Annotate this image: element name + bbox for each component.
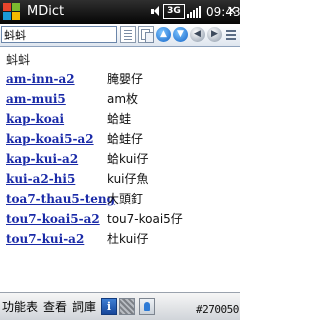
app-title: MDict: [27, 4, 65, 19]
entry-list: am-inn-a2 腌嬰仔 am-mui5 am枚 kap-koai 蛤蛙 ka…: [0, 69, 240, 249]
entry-value: tou7-koai5仔: [107, 212, 183, 226]
signal-strength-icon[interactable]: [187, 4, 203, 19]
entry-link[interactable]: kui-a2-hi5: [6, 171, 75, 187]
entry-link[interactable]: toa7-thau5-teng: [6, 191, 115, 207]
list-item: kap-kui-a2 蛤kui仔: [0, 149, 240, 169]
definition-pane[interactable]: 蚪蚪 am-inn-a2 腌嬰仔 am-mui5 am枚 kap-koai 蛤蛙…: [0, 47, 240, 292]
list-item: toa7-thau5-teng 大頭釘: [0, 189, 240, 209]
windows-start-logo-icon[interactable]: [3, 3, 20, 20]
list-item: am-mui5 am枚: [0, 89, 240, 109]
headword: 蚪蚪: [6, 53, 31, 67]
entry-value: kui仔魚: [107, 172, 149, 186]
entry-link[interactable]: kap-kui-a2: [6, 151, 78, 167]
grayscale-icon[interactable]: [119, 298, 135, 315]
list-item: kap-koai5-a2 蛤蛙仔: [0, 129, 240, 149]
entry-value: 腌嬰仔: [107, 72, 144, 86]
entry-link[interactable]: am-inn-a2: [6, 71, 75, 87]
entry-value: 蛤kui仔: [107, 152, 149, 166]
menu-bars-icon[interactable]: [225, 28, 237, 41]
list-item: kap-koai 蛤蛙: [0, 109, 240, 129]
network-3g-icon[interactable]: 3G: [163, 4, 185, 19]
pda-screen: MDict 3G 09:43 ✕ ▲ ▼ ◀ ▶ 蚪蚪 am-inn-a2 腌嬰…: [0, 0, 240, 320]
arrow-down-icon[interactable]: ▼: [173, 27, 188, 42]
search-toolbar: ▲ ▼ ◀ ▶: [0, 24, 240, 47]
entry-value: 蛤蛙: [107, 112, 132, 126]
list-item: kui-a2-hi5 kui仔魚: [0, 169, 240, 189]
back-icon[interactable]: ◀: [190, 27, 205, 42]
entry-value: 杜kui仔: [107, 232, 149, 246]
entry-link[interactable]: am-mui5: [6, 91, 66, 107]
copy-icon[interactable]: [138, 26, 154, 43]
hand-icon[interactable]: [139, 298, 155, 315]
entry-value: am枚: [107, 92, 139, 106]
entry-link[interactable]: kap-koai5-a2: [6, 131, 94, 147]
entry-link[interactable]: tou7-koai5-a2: [6, 211, 100, 227]
entry-value: 蛤蛙仔: [107, 132, 144, 146]
list-item: tou7-kui-a2 杜kui仔: [0, 229, 240, 249]
title-bar: MDict 3G 09:43 ✕: [0, 0, 240, 24]
entry-link[interactable]: tou7-kui-a2: [6, 231, 84, 247]
search-input[interactable]: [1, 26, 117, 43]
menu-library-button[interactable]: 詞庫: [72, 299, 96, 315]
entry-link[interactable]: kap-koai: [6, 111, 64, 127]
list-item: tou7-koai5-a2 tou7-koai5仔: [0, 209, 240, 229]
entry-value: 大頭釘: [107, 192, 144, 206]
document-icon[interactable]: [120, 26, 136, 43]
arrow-up-icon[interactable]: ▲: [156, 27, 171, 42]
menu-function-button[interactable]: 功能表: [2, 299, 38, 315]
speaker-icon[interactable]: [150, 4, 162, 19]
forward-icon[interactable]: ▶: [207, 27, 222, 42]
menu-view-button[interactable]: 查看: [43, 299, 67, 315]
list-item: am-inn-a2 腌嬰仔: [0, 69, 240, 89]
close-icon[interactable]: ✕: [225, 5, 239, 19]
info-icon[interactable]: i: [101, 298, 117, 315]
watermark-label: #270050: [196, 303, 239, 316]
